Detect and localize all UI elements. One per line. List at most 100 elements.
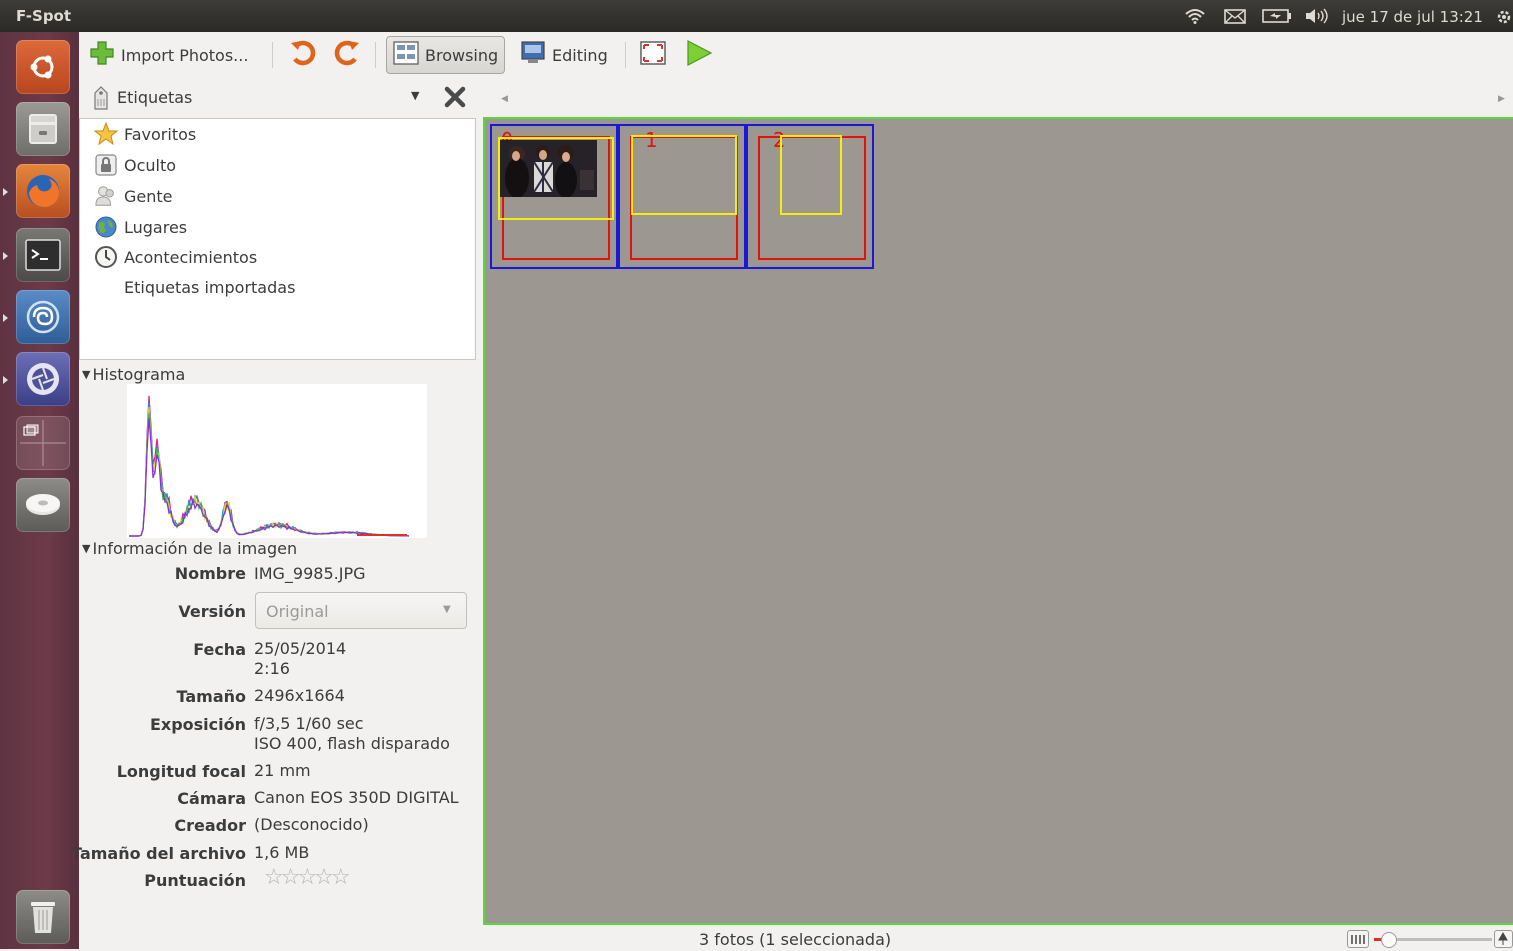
tag-item-label: Etiquetas importadas xyxy=(124,277,296,297)
terminal-icon[interactable] xyxy=(16,228,70,282)
close-tag-pane-icon[interactable] xyxy=(443,85,467,113)
top-panel: F-Spot jue 17 de jul 13:21 xyxy=(0,0,1513,32)
zoom-out-icon[interactable] xyxy=(1347,930,1369,948)
browsing-label: Browsing xyxy=(425,45,499,65)
zoom-slider-handle[interactable] xyxy=(1381,932,1397,948)
rotate-left-button[interactable] xyxy=(289,37,317,73)
histogram-expander[interactable]: ▼ Histograma xyxy=(82,365,185,384)
tag-item-label: Favoritos xyxy=(124,124,197,144)
tag-item-etiquetas-importadas[interactable]: Etiquetas importadas xyxy=(124,275,295,299)
photo-cell[interactable]: 2 xyxy=(746,124,874,269)
info-value-fecha-time: 2:16 xyxy=(254,659,290,678)
browse-grid-icon xyxy=(393,41,419,69)
trash-icon[interactable] xyxy=(16,890,70,944)
wifi-icon[interactable] xyxy=(1184,8,1206,24)
info-label-tamano-archivo: Tamaño del archivo xyxy=(71,844,246,863)
info-label-tamano: Tamaño xyxy=(176,687,247,706)
photo-cell[interactable]: 0 xyxy=(490,124,618,269)
editing-monitor-icon xyxy=(520,41,546,69)
people-icon xyxy=(94,184,118,208)
rotate-right-button[interactable] xyxy=(333,37,361,73)
clock-icon xyxy=(94,245,118,269)
photo-selection-box xyxy=(780,135,842,215)
tag-item-label: Gente xyxy=(124,186,173,206)
info-label-fecha: Fecha xyxy=(193,640,246,659)
info-value-creador: (Desconocido) xyxy=(254,815,369,834)
info-label-creador: Creador xyxy=(174,816,246,835)
info-value-exposicion-1: f/3,5 1/60 sec xyxy=(254,714,364,733)
launcher xyxy=(0,32,79,949)
info-value-exposicion-2: ISO 400, flash disparado xyxy=(254,734,450,753)
chevron-down-icon: ▼ xyxy=(443,604,451,615)
histogram-title: Histograma xyxy=(92,365,186,384)
expander-arrow-icon: ▼ xyxy=(82,368,91,381)
workspace-switcher-icon[interactable] xyxy=(16,416,70,470)
info-label-exposicion: Exposición xyxy=(149,715,246,734)
zoom-in-icon[interactable] xyxy=(1494,930,1513,948)
fullscreen-button[interactable] xyxy=(639,37,667,73)
app-title: F-Spot xyxy=(16,7,72,25)
disk-drive-icon[interactable] xyxy=(16,478,70,532)
fullscreen-icon xyxy=(639,40,667,70)
ubuntu-home-icon[interactable] xyxy=(16,40,70,94)
rotate-left-icon xyxy=(289,39,317,71)
star-icon xyxy=(94,122,118,146)
browsing-mode-button[interactable]: Browsing xyxy=(386,36,506,74)
info-label-nombre: Nombre xyxy=(174,564,246,583)
tag-pane-header: Etiquetas ▼ xyxy=(79,80,475,118)
clock[interactable]: jue 17 de jul 13:21 xyxy=(1342,8,1483,26)
tag-item-gente[interactable]: Gente xyxy=(94,184,173,208)
version-select-value: Original xyxy=(266,602,329,621)
scroll-right-icon[interactable]: ▶ xyxy=(1498,94,1505,104)
version-select[interactable]: Original ▼ xyxy=(255,592,467,629)
mail-icon[interactable] xyxy=(1224,8,1246,24)
info-label-longitud-focal: Longitud focal xyxy=(116,762,246,781)
info-value-longitud-focal: 21 mm xyxy=(254,761,311,780)
photo-selection-box xyxy=(498,137,614,220)
histogram-graph xyxy=(127,384,427,538)
info-value-fecha-date: 25/05/2014 xyxy=(254,639,347,658)
tag-item-label: Acontecimientos xyxy=(124,247,258,267)
lock-icon xyxy=(94,153,118,177)
info-value-tamano-archivo: 1,6 MB xyxy=(254,843,310,862)
tag-item-label: Lugares xyxy=(124,217,188,237)
tag-selector-label[interactable]: Etiquetas xyxy=(117,88,192,107)
rating-stars[interactable]: ☆☆☆☆☆ xyxy=(264,867,351,889)
tag-item-acontecimientos[interactable]: Acontecimientos xyxy=(94,245,257,269)
tag-list: Favoritos Oculto Gente Lugares Acontecim… xyxy=(79,118,476,360)
battery-icon[interactable] xyxy=(1262,8,1292,24)
toolbar-separator xyxy=(625,42,626,68)
toolbar: Import Photos... Browsing Editing xyxy=(79,32,1513,78)
image-info-expander[interactable]: ▼ Información de la imagen xyxy=(82,539,297,558)
rotate-right-icon xyxy=(333,39,361,71)
volume-icon[interactable] xyxy=(1304,8,1330,24)
histogram-plot xyxy=(129,395,410,537)
photo-cell[interactable]: 1 xyxy=(618,124,746,269)
scroll-left-icon[interactable]: ◀ xyxy=(501,94,508,104)
tag-item-favoritos[interactable]: Favoritos xyxy=(94,122,196,146)
toolbar-separator xyxy=(375,42,376,68)
editing-mode-button[interactable]: Editing xyxy=(520,37,608,73)
play-icon xyxy=(685,39,713,71)
import-photos-label: Import Photos... xyxy=(121,45,249,65)
firefox-icon[interactable] xyxy=(16,164,70,218)
toolbar-separator xyxy=(272,42,273,68)
editing-label: Editing xyxy=(552,45,608,65)
info-label-puntuacion: Puntuación xyxy=(144,871,246,890)
slideshow-button[interactable] xyxy=(685,37,713,73)
info-value-tamano: 2496x1664 xyxy=(254,686,345,705)
status-text: 3 fotos (1 seleccionada) xyxy=(699,930,892,949)
tag-item-lugares[interactable]: Lugares xyxy=(94,215,187,239)
image-info-title: Información de la imagen xyxy=(92,539,298,558)
file-cabinet-icon[interactable] xyxy=(16,102,70,156)
info-value-camara: Canon EOS 350D DIGITAL xyxy=(254,788,459,807)
info-label-camara: Cámara xyxy=(177,789,246,808)
import-photos-button[interactable]: Import Photos... xyxy=(89,37,248,73)
histogram-channel-line xyxy=(129,418,410,537)
power-gear-icon[interactable] xyxy=(1494,8,1513,24)
histogram-channel-line xyxy=(129,406,409,537)
swirl-app-icon[interactable] xyxy=(16,290,70,344)
tag-item-oculto[interactable]: Oculto xyxy=(94,153,176,177)
dropdown-arrow-icon[interactable]: ▼ xyxy=(411,89,419,102)
shutter-app-icon[interactable] xyxy=(16,352,70,406)
